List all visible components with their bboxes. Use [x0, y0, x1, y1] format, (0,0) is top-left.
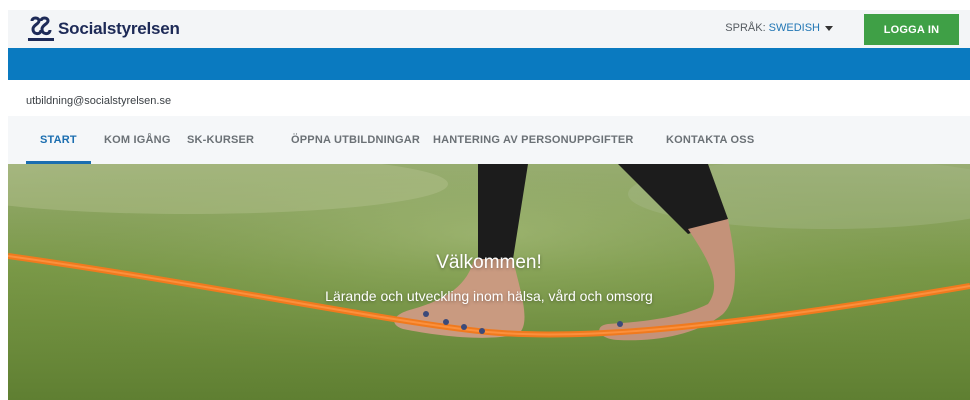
- nav-item-kom-igang[interactable]: KOM IGÅNG: [104, 116, 171, 164]
- socialstyrelsen-logo-icon: [28, 16, 54, 41]
- header-bar: Socialstyrelsen SPRÅK: SWEDISH LOGGA IN: [8, 10, 970, 48]
- language-label: SPRÅK:: [725, 22, 766, 34]
- hero-banner: Välkommen! Lärande och utveckling inom h…: [8, 164, 970, 400]
- logo-text: Socialstyrelsen: [58, 19, 180, 38]
- nav-item-personuppgifter[interactable]: HANTERING AV PERSONUPPGIFTER: [433, 116, 634, 164]
- login-button[interactable]: LOGGA IN: [864, 14, 959, 45]
- nav-item-sk-kurser[interactable]: SK-KURSER: [187, 116, 254, 164]
- hero-image: [8, 164, 970, 400]
- contact-email[interactable]: utbildning@socialstyrelsen.se: [26, 95, 171, 107]
- hero-subtitle: Lärande och utveckling inom hälsa, vård …: [325, 288, 653, 304]
- caret-down-icon: [825, 25, 833, 31]
- main-nav: START KOM IGÅNG SK-KURSER ÖPPNA UTBILDNI…: [8, 116, 970, 164]
- nav-item-oppna-utbildningar[interactable]: ÖPPNA UTBILDNINGAR: [291, 116, 420, 164]
- nav-item-start[interactable]: START: [26, 116, 91, 164]
- logo[interactable]: Socialstyrelsen: [26, 14, 180, 44]
- page: Socialstyrelsen SPRÅK: SWEDISH LOGGA IN …: [0, 0, 970, 400]
- hero-title: Välkommen!: [436, 252, 542, 273]
- language-value: SWEDISH: [768, 22, 820, 34]
- brand-color-bar: [8, 48, 970, 80]
- language-selector[interactable]: SPRÅK: SWEDISH: [725, 22, 833, 34]
- nav-item-kontakta-oss[interactable]: KONTAKTA OSS: [666, 116, 754, 164]
